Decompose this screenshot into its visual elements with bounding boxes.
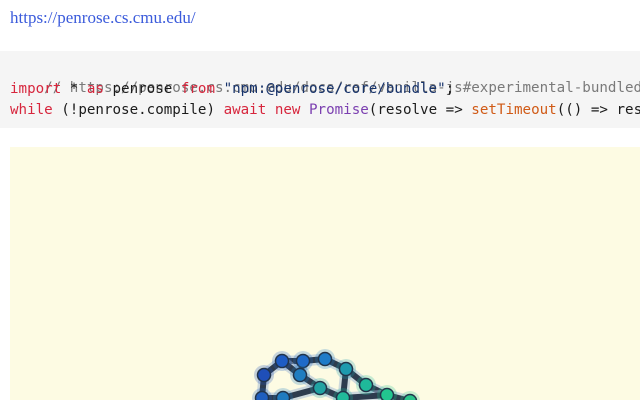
- graph-node: [275, 390, 291, 400]
- graph-node: [379, 387, 395, 400]
- graph-node: [274, 353, 290, 369]
- graph-node: [256, 367, 272, 383]
- graph-node: [358, 377, 374, 393]
- graph-node: [312, 380, 328, 396]
- graph-node: [335, 390, 351, 400]
- penrose-diagram: [252, 349, 420, 400]
- graph-node: [317, 351, 333, 367]
- graph-node: [254, 390, 270, 400]
- graph-node: [292, 367, 308, 383]
- graph-node: [338, 361, 354, 377]
